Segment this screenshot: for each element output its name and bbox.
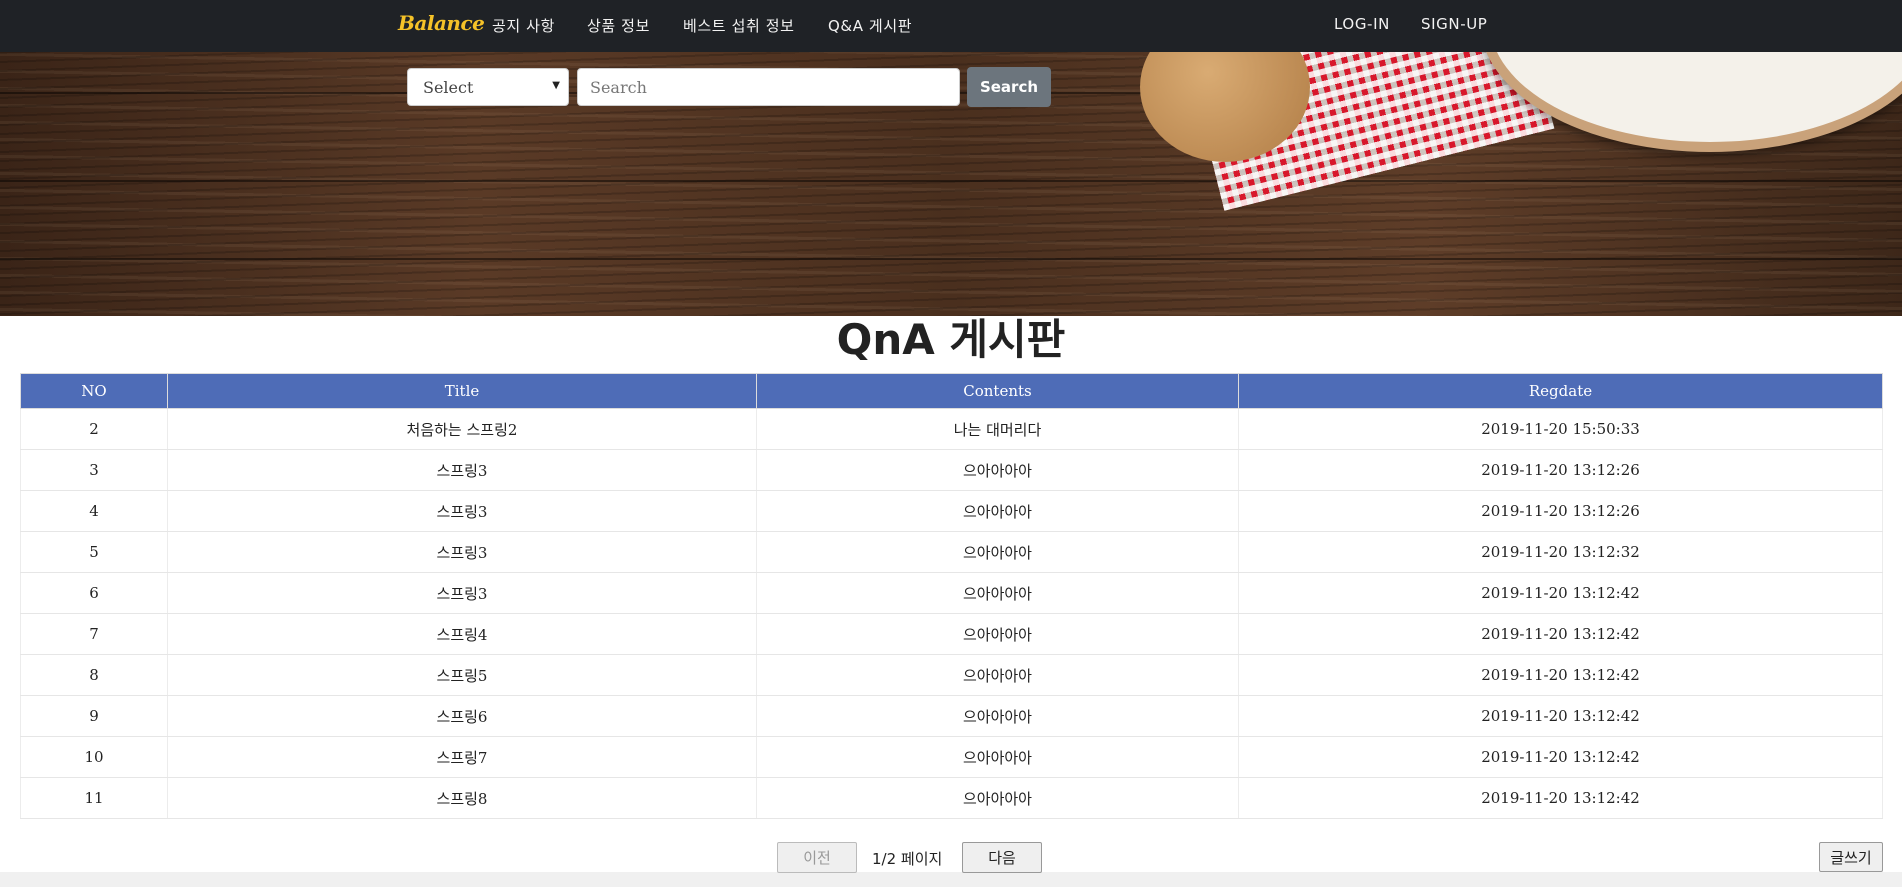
cell-contents: 으아아아아 [756, 695, 1239, 737]
cell-title[interactable]: 스프링6 [167, 695, 757, 737]
main-content: QnA 게시판 NO Title Contents Regdate 2 처음하는… [0, 316, 1902, 872]
page-indicator: 1/2 페이지 [872, 850, 943, 868]
cell-no: 10 [20, 736, 168, 778]
wood-plank-line [0, 180, 1902, 182]
cell-title[interactable]: 스프링4 [167, 613, 757, 655]
table-row[interactable]: 7 스프링4 으아아아아 2019-11-20 13:12:42 [20, 613, 1883, 655]
cell-regdate: 2019-11-20 13:12:42 [1238, 654, 1883, 696]
cell-contents: 으아아아아 [756, 736, 1239, 778]
cell-regdate: 2019-11-20 13:12:26 [1238, 490, 1883, 532]
cell-no: 5 [20, 531, 168, 573]
nav-product-info[interactable]: 상품 정보 [587, 15, 650, 36]
cell-title[interactable]: 처음하는 스프링2 [167, 408, 757, 450]
cell-regdate: 2019-11-20 13:12:42 [1238, 572, 1883, 614]
brand-logo[interactable]: Balance [398, 11, 485, 35]
cell-no: 8 [20, 654, 168, 696]
signup-link[interactable]: SIGN-UP [1421, 15, 1487, 33]
nav-best-intake-info[interactable]: 베스트 섭취 정보 [683, 15, 795, 36]
table-row[interactable]: 11 스프링8 으아아아아 2019-11-20 13:12:42 [20, 777, 1883, 819]
cell-no: 9 [20, 695, 168, 737]
cell-regdate: 2019-11-20 13:12:42 [1238, 695, 1883, 737]
cell-regdate: 2019-11-20 13:12:32 [1238, 531, 1883, 573]
wood-plank-line [0, 258, 1902, 260]
cell-title[interactable]: 스프링3 [167, 490, 757, 532]
plate-image [1480, 52, 1902, 152]
table-row[interactable]: 2 처음하는 스프링2 나는 대머리다 2019-11-20 15:50:33 [20, 408, 1883, 450]
cell-no: 6 [20, 572, 168, 614]
cell-contents: 으아아아아 [756, 490, 1239, 532]
cell-contents: 으아아아아 [756, 654, 1239, 696]
cell-title[interactable]: 스프링8 [167, 777, 757, 819]
cell-no: 4 [20, 490, 168, 532]
column-header-title: Title [167, 373, 757, 409]
cell-regdate: 2019-11-20 13:12:42 [1238, 736, 1883, 778]
cell-regdate: 2019-11-20 13:12:42 [1238, 613, 1883, 655]
table-row[interactable]: 4 스프링3 으아아아아 2019-11-20 13:12:26 [20, 490, 1883, 532]
next-page-button[interactable]: 다음 [962, 842, 1042, 873]
page-title: QnA 게시판 [836, 315, 1066, 364]
nav-qna-board[interactable]: Q&A 게시판 [828, 15, 912, 36]
cell-no: 2 [20, 408, 168, 450]
cell-contents: 으아아아아 [756, 777, 1239, 819]
top-navbar: Balance 공지 사항 상품 정보 베스트 섭취 정보 Q&A 게시판 LO… [0, 0, 1902, 52]
cell-title[interactable]: 스프링5 [167, 654, 757, 696]
cell-contents: 으아아아아 [756, 613, 1239, 655]
cell-contents: 으아아아아 [756, 572, 1239, 614]
login-link[interactable]: LOG-IN [1334, 15, 1390, 33]
qna-table: NO Title Contents Regdate 2 처음하는 스프링2 나는… [20, 373, 1883, 819]
cell-no: 3 [20, 449, 168, 491]
prev-page-button[interactable]: 이전 [777, 842, 857, 873]
search-category-select[interactable]: Select ▼ [407, 68, 569, 106]
column-header-regdate: Regdate [1238, 373, 1883, 409]
table-row[interactable]: 8 스프링5 으아아아아 2019-11-20 13:12:42 [20, 654, 1883, 696]
table-row[interactable]: 9 스프링6 으아아아아 2019-11-20 13:12:42 [20, 695, 1883, 737]
cell-title[interactable]: 스프링3 [167, 572, 757, 614]
cell-regdate: 2019-11-20 13:12:26 [1238, 449, 1883, 491]
cell-title[interactable]: 스프링3 [167, 449, 757, 491]
cell-no: 11 [20, 777, 168, 819]
cell-contents: 으아아아아 [756, 531, 1239, 573]
column-header-no: NO [20, 373, 168, 409]
table-header-row: NO Title Contents Regdate [20, 373, 1883, 409]
caret-down-icon: ▼ [552, 80, 560, 91]
cell-regdate: 2019-11-20 15:50:33 [1238, 408, 1883, 450]
write-post-button[interactable]: 글쓰기 [1819, 842, 1883, 872]
table-row[interactable]: 10 스프링7 으아아아아 2019-11-20 13:12:42 [20, 736, 1883, 778]
search-input[interactable] [577, 68, 960, 106]
cell-regdate: 2019-11-20 13:12:42 [1238, 777, 1883, 819]
cell-title[interactable]: 스프링7 [167, 736, 757, 778]
table-row[interactable]: 3 스프링3 으아아아아 2019-11-20 13:12:26 [20, 449, 1883, 491]
column-header-contents: Contents [756, 373, 1239, 409]
cell-no: 7 [20, 613, 168, 655]
cell-contents: 으아아아아 [756, 449, 1239, 491]
select-value: Select [423, 78, 474, 97]
table-row[interactable]: 6 스프링3 으아아아아 2019-11-20 13:12:42 [20, 572, 1883, 614]
cell-contents: 나는 대머리다 [756, 408, 1239, 450]
nav-notice[interactable]: 공지 사항 [492, 15, 555, 36]
search-button[interactable]: Search [967, 67, 1051, 107]
table-row[interactable]: 5 스프링3 으아아아아 2019-11-20 13:12:32 [20, 531, 1883, 573]
cell-title[interactable]: 스프링3 [167, 531, 757, 573]
